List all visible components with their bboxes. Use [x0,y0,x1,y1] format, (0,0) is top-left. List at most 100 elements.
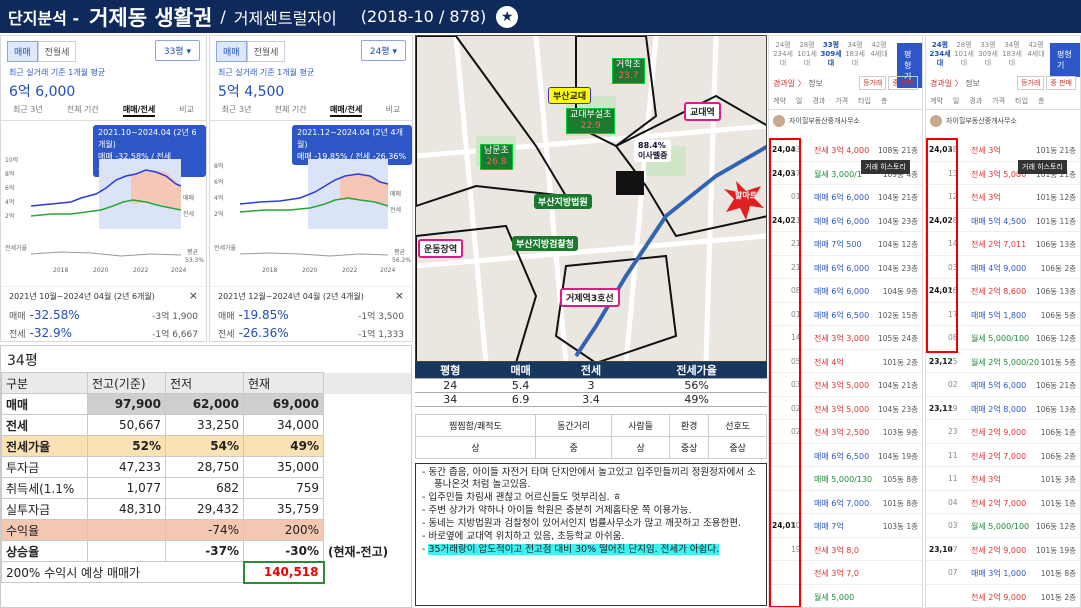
tab-sale-rent[interactable]: 매매/전세 [329,104,363,117]
close-icon[interactable]: × [395,289,404,302]
map-label-busan-univ[interactable]: 부산교대 [548,87,592,104]
chevron-down-icon: ▾ [186,47,191,57]
tab-all[interactable]: 전체 기간 [275,104,307,117]
tab-sale-rent[interactable]: 매매/전세 [122,104,156,117]
header-sep: / [220,7,226,26]
trade-price: 전세 3억 2,500 [814,428,870,437]
trade-price: 매매 6억 6,000 [814,287,870,296]
size-tab[interactable]: 33평 309세대 [977,41,999,68]
trade-unit: 104동 21층 [877,193,918,202]
map-label-geoje-station[interactable]: 거제역3호선 [560,288,620,307]
trade-price: 매매 5억 4,500 [971,216,1027,226]
ratio-line [30,251,182,257]
trade-price: 전세 3억 4,000 [814,146,870,155]
table-row[interactable]: 04 전세 2억 7,000 101동 1층 [926,491,1080,514]
size-select[interactable]: 33평 ▾ [154,40,200,61]
table-row: 매매 97,900 62,000 69,000 [1,393,411,415]
trade-unit: 104동 19층 [877,451,918,461]
trade-day: 17 [948,544,958,554]
school-marker[interactable]: 남문초 26.8 [480,144,513,170]
star-icon[interactable]: ★ [496,5,519,28]
table-row[interactable]: 23,10 17 전세 2억 9,000 101동 19층 [926,538,1080,561]
tab-rent[interactable]: 전월세 [246,41,286,62]
highlight-box [926,138,958,353]
x-tick: 2024 [380,267,395,274]
size-button[interactable]: 평형기 [1050,43,1080,77]
trade-unit: 104동 12층 [877,240,918,249]
trade-price: 전세 2억 7,000 [971,451,1027,461]
close-icon[interactable]: × [189,289,198,302]
tab-compare[interactable]: 비교 [386,104,401,117]
trade-price: 매매 6억 6,000 [814,216,870,226]
size-tab[interactable]: 34평 183세대 [1001,41,1023,68]
table-row[interactable]: 23,11 29 매매 2억 8,000 106동 13층 [926,397,1080,420]
size-tab[interactable]: 42평 4세대 [868,41,890,68]
filter-button[interactable]: 중 판매 [888,76,918,90]
header-prefix: 단지분석 - [8,8,80,28]
size-tab[interactable]: 42평 4세대 [1025,41,1047,68]
agent-row[interactable]: 자이힐부동산중개사무소 [930,115,1017,127]
trade-price: 매매 5억 1,800 [971,310,1027,320]
size-tab[interactable]: 28평 101세대 [796,41,818,68]
table-header-row: 구분 전고(기준) 전저 현재 [1,372,411,394]
map-label-mart[interactable]: 할마트 [731,189,761,202]
table-row[interactable]: 11 전세 3억 101동 3층 [926,467,1080,491]
y-tick: 6억 [214,178,223,186]
size-tab[interactable]: 33평 309세대 [820,41,842,68]
trade-unit: 101동 19층 [1035,545,1076,555]
ratio-value: 53.3% [185,257,204,264]
list-columns: 계약 일 경과 가격 타입 층 [926,96,1080,110]
table-row[interactable]: 23 전세 2억 9,000 106동 1층 [926,420,1080,444]
trade-day: 03 [948,521,958,530]
trade-unit: 104동 21층 [877,381,918,390]
agent-row[interactable]: 자이힐부동산중개사무소 [773,115,860,127]
tab-rent[interactable]: 전월세 [37,41,77,62]
price-subtitle: 최근 실거래 기준 1개월 평균 [9,68,106,77]
table-row: 취득세(1.1% 1,077 682 759 [1,477,411,499]
size-tab[interactable]: 28평 101세대 [953,41,975,68]
table-row[interactable]: 02 매매 5억 6,000 106동 21층 [926,373,1080,397]
size-select[interactable]: 24평 ▾ [360,40,406,61]
trade-unit: 101동 21층 [1035,146,1076,155]
map-label-prosecutor[interactable]: 부산지방검찰청 [512,236,578,251]
trade-unit: 101동 8층 [882,498,918,508]
x-tick: 2018 [262,267,277,274]
table-row[interactable]: 전세 2억 9,000 101동 2층 [926,585,1080,608]
investment-table-34: 34평 구분 전고(기준) 전저 현재 매매 97,900 62,000 69,000 전세… [0,345,412,608]
filter-button[interactable]: 중 판매 [1046,76,1076,90]
trade-unit: 105동 8층 [882,475,918,484]
tab-sale[interactable]: 매매 [7,41,38,62]
trade-unit: 101동 2층 [1040,592,1076,602]
table-row[interactable]: 03 월세 5,000/100 106동 12층 [926,514,1080,538]
school-marker[interactable]: 교대부설초 22.9 [566,108,616,134]
trade-unit: 102동 15층 [877,310,918,320]
forecast-row: 200% 수익시 예상 매매가 140,518 [1,560,411,584]
header-meta: (2018-10 / 878) [360,7,487,26]
tab-all[interactable]: 전체 기간 [67,104,99,117]
y-tick: 4억 [214,194,223,202]
table-row[interactable]: 11 전세 2억 7,000 106동 2층 [926,444,1080,467]
x-tick: 2018 [53,267,68,274]
trade-day: 04 [948,497,958,507]
tab-3y[interactable]: 최근 3년 [222,104,252,117]
header-dong: 거제동 생활권 [89,5,213,30]
history-tooltip: 거래 히스토리 [861,160,910,174]
area-map[interactable]: 부산교대 교대역 거제역3호선 운동장역 부산지방법원 부산지방검찰청 할마트 … [415,35,767,362]
tab-sale[interactable]: 매매 [216,41,247,62]
school-marker[interactable]: 거학초 23.7 [612,58,645,84]
filter-button[interactable]: 등거래 [1017,76,1045,90]
map-label-court[interactable]: 부산지방법원 [534,194,592,209]
legend-rent: 전세 [183,210,194,218]
size-tab[interactable]: 24평 234세대 [929,41,951,68]
size-tab[interactable]: 24평 234세대 [772,41,794,68]
table-row[interactable]: 23,12 15 월세 2억 5,000/20 101동 5층 [926,350,1080,373]
filter-button[interactable]: 등거래 [859,76,887,90]
x-tick: 2022 [133,267,148,274]
size-tab[interactable]: 34평 183세대 [844,41,866,68]
tab-3y[interactable]: 최근 3년 [13,104,43,117]
table-row[interactable]: 07 매매 3억 1,000 101동 8층 [926,561,1080,585]
map-label-stadium-station[interactable]: 운동장역 [418,239,464,258]
map-label-gyodae-station[interactable]: 교대역 [684,102,721,121]
ratio-label: 평균 [187,248,199,256]
tab-compare[interactable]: 비교 [179,104,194,117]
